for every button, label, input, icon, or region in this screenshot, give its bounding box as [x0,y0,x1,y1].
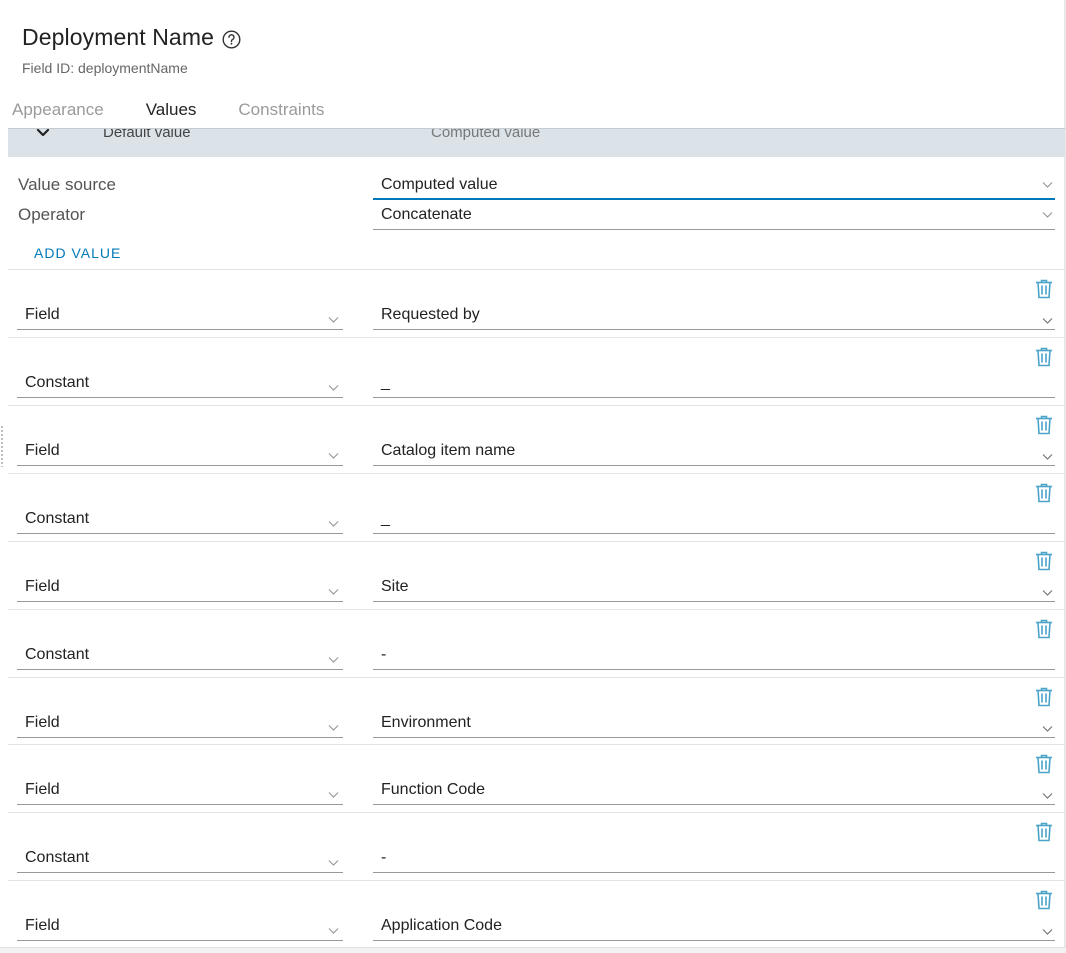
splitter-handle[interactable] [0,425,4,467]
chevron-down-icon [328,854,339,866]
value-row: Constant - [8,812,1065,880]
value-row: Field Application Code [8,880,1065,948]
value-type-label: Field [25,578,60,595]
operator-label: Operator [18,205,86,224]
chevron-down-icon[interactable] [36,128,50,140]
section-summary: Computed value [431,128,541,141]
value-row: Field Requested by [8,269,1065,337]
value-type-select[interactable]: Constant [17,504,343,534]
value-type-select[interactable]: Constant [17,843,343,873]
chevron-down-icon [328,447,339,459]
value-type-label: Field [25,442,60,459]
value-row: Field Function Code [8,744,1065,812]
trash-icon[interactable] [1035,483,1053,503]
value-text: - [381,849,387,866]
value-row: Field Catalog item name [8,405,1065,473]
value-type-label: Constant [25,646,90,663]
value-row: Constant _ [8,473,1065,541]
value-text: _ [381,510,390,527]
value-type-label: Field [25,781,60,798]
trash-icon[interactable] [1035,890,1053,910]
value-type-label: Constant [25,374,90,391]
chevron-down-icon [1042,787,1053,799]
chevron-down-icon [328,311,339,323]
value-row: Field Environment [8,677,1065,745]
trash-icon[interactable] [1035,822,1053,842]
chevron-down-icon [1042,448,1053,460]
chevron-down-icon [328,651,339,663]
chevron-down-icon [328,583,339,595]
field-id-label: Field ID: deploymentName [22,60,188,76]
help-circle-icon[interactable] [222,29,241,49]
chevron-down-icon [1042,182,1053,188]
chevron-down-icon [328,379,339,391]
trash-icon[interactable] [1035,551,1053,571]
trash-icon[interactable] [1035,754,1053,774]
constant-value-input[interactable]: _ [373,368,1055,398]
field-value-select[interactable]: Catalog item name [373,436,1055,466]
value-text: _ [381,374,390,391]
value-text: Site [381,578,409,595]
value-type-select[interactable]: Field [17,300,343,330]
value-type-select[interactable]: Field [17,436,343,466]
constant-value-input[interactable]: - [373,843,1055,873]
value-type-label: Field [25,306,60,323]
value-type-select[interactable]: Field [17,911,343,941]
value-type-select[interactable]: Field [17,572,343,602]
value-text: Catalog item name [381,442,516,459]
value-source-value: Computed value [381,176,498,193]
constant-value-input[interactable]: _ [373,504,1055,534]
section-label: Default value [103,128,191,141]
trash-icon[interactable] [1035,415,1053,435]
value-row: Constant _ [8,337,1065,405]
value-type-select[interactable]: Field [17,708,343,738]
trash-icon[interactable] [1035,619,1053,639]
value-type-label: Constant [25,849,90,866]
value-text: Function Code [381,781,486,798]
value-row: Constant - [8,609,1065,677]
field-value-select[interactable]: Site [373,572,1055,602]
chevron-down-icon [1042,720,1053,732]
add-value-button[interactable]: ADD VALUE [34,245,121,261]
chevron-down-icon [328,515,339,527]
value-source-select[interactable]: Computed value [373,170,1055,200]
tab-bar: Appearance Values Constraints [12,100,366,120]
tab-constraints[interactable]: Constraints [238,100,324,120]
value-type-select[interactable]: Constant [17,368,343,398]
value-text: Application Code [381,917,502,934]
value-type-label: Constant [25,510,90,527]
field-value-select[interactable]: Requested by [373,300,1055,330]
chevron-down-icon [1042,312,1053,324]
trash-icon[interactable] [1035,347,1053,367]
chevron-down-icon [328,719,339,731]
value-source-label: Value source [18,175,116,194]
value-type-select[interactable]: Constant [17,640,343,670]
tab-values[interactable]: Values [146,100,197,120]
constant-value-input[interactable]: - [373,640,1055,670]
tab-appearance[interactable]: Appearance [12,100,104,120]
value-type-select[interactable]: Field [17,775,343,805]
chevron-down-icon [1042,212,1053,218]
trash-icon[interactable] [1035,279,1053,299]
page-title: Deployment Name [22,24,214,50]
default-value-section-header[interactable]: Default value Computed value [8,128,1065,157]
value-text: Environment [381,714,471,731]
chevron-down-icon [1042,584,1053,596]
value-text: Requested by [381,306,480,323]
value-row: Field Site [8,541,1065,609]
chevron-down-icon [1042,923,1053,935]
field-value-select[interactable]: Application Code [373,911,1055,941]
trash-icon[interactable] [1035,687,1053,707]
operator-select[interactable]: Concatenate [373,200,1055,230]
field-value-select[interactable]: Environment [373,708,1055,738]
chevron-down-icon [328,922,339,934]
operator-value: Concatenate [381,206,472,223]
field-value-select[interactable]: Function Code [373,775,1055,805]
field-header: Deployment Name [22,24,241,51]
value-text: - [381,646,387,663]
chevron-down-icon [328,786,339,798]
value-type-label: Field [25,917,60,934]
value-type-label: Field [25,714,60,731]
